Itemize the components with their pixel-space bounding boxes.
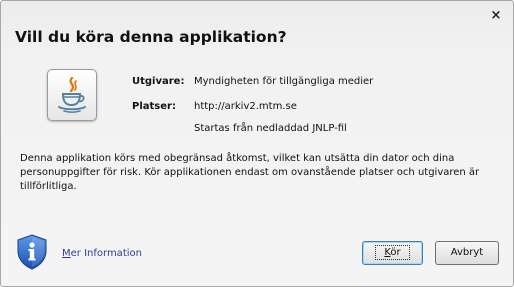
launch-note: Startas från nedladdad JNLP-fil (194, 123, 347, 134)
security-dialog: × Vill du köra denna applikation? Utgiva… (0, 0, 514, 287)
publisher-value: Myndigheten för tillgängliga medier (194, 76, 374, 87)
more-info-mnemonic: M (62, 248, 71, 259)
more-info-label: er Information (70, 248, 142, 259)
location-label: Platser: (132, 101, 176, 112)
publisher-label: Utgivare: (132, 76, 185, 87)
run-button[interactable]: Kör (362, 241, 423, 265)
risk-warning-text: Denna applikation körs med obegränsad åt… (20, 153, 480, 192)
location-value: http://arkiv2.mtm.se (194, 101, 297, 112)
run-label: ör (390, 247, 401, 258)
dialog-title: Vill du köra denna applikation? (15, 28, 287, 46)
cancel-button[interactable]: Avbryt (435, 241, 499, 265)
info-shield-icon (16, 234, 48, 274)
java-cup-icon (47, 69, 97, 121)
more-information-link[interactable]: Mer Information (62, 248, 142, 259)
close-icon[interactable]: × (488, 8, 504, 24)
run-button-focus: Kör (375, 245, 410, 260)
